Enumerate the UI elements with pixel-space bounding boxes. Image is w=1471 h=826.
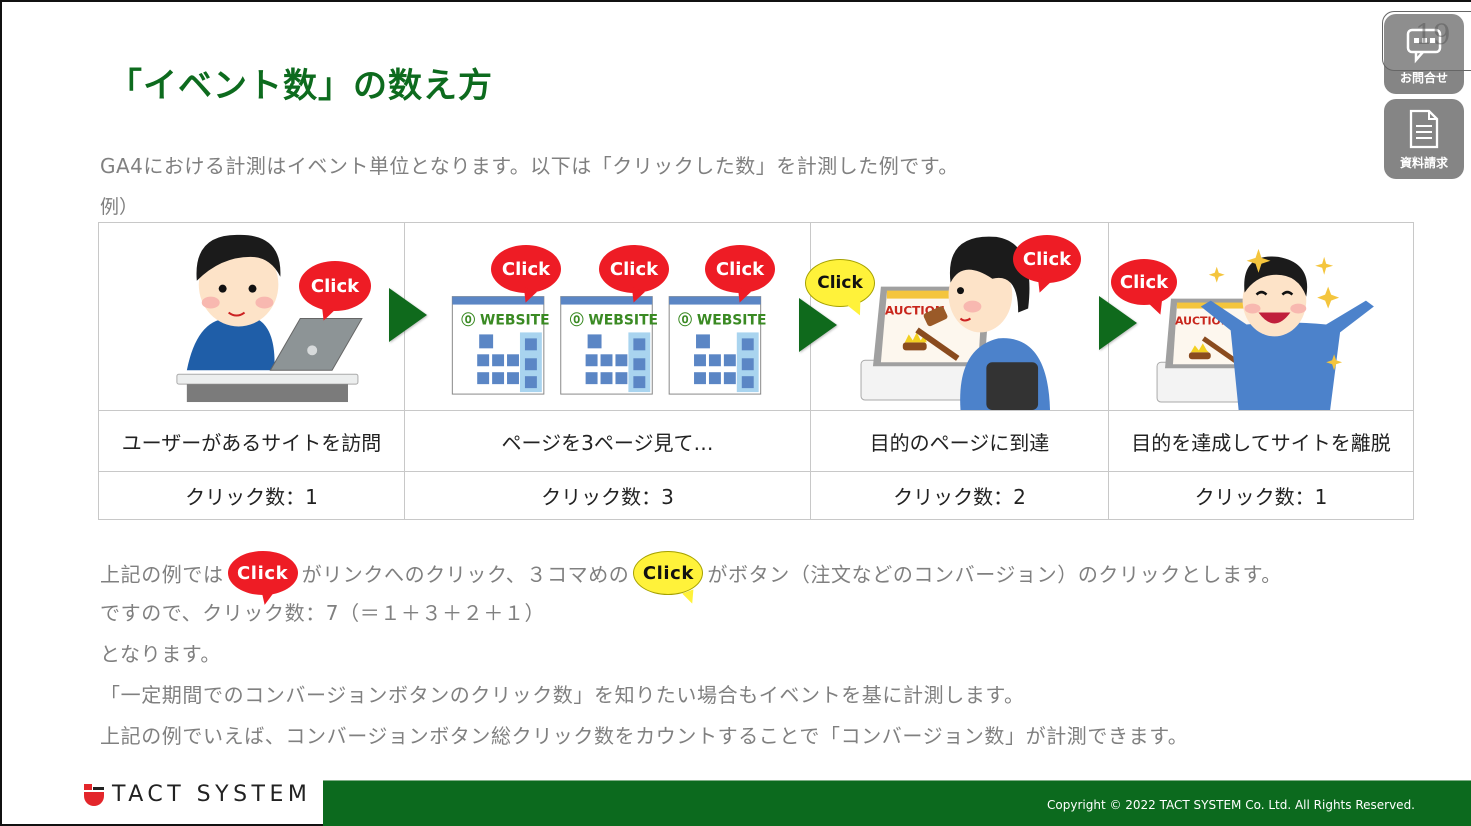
click-bubble-label: Click <box>501 258 551 280</box>
document-icon <box>1409 109 1439 149</box>
chat-bubble-icon <box>1406 28 1442 64</box>
click-bubble-label: Click <box>1119 271 1169 293</box>
explanation-line-5: 上記の例でいえば、コンバージョンボタン総クリック数をカウントすることで「コンバー… <box>100 724 1189 748</box>
explanation-text: 上記の例では <box>100 562 224 587</box>
example-label: 例） <box>100 196 139 218</box>
step-click-count: クリック数：3 <box>404 471 811 520</box>
slide: 「イベント数」の数え方 GA4における計測はイベント単位となります。以下は「クリ… <box>0 0 1471 826</box>
click-bubble-red: Click <box>599 245 669 305</box>
click-bubble-label: Click <box>237 562 289 584</box>
request-documents-label: 資料請求 <box>1399 156 1448 170</box>
click-bubble-red: Click <box>1013 235 1081 295</box>
step-1-illustration-cell: Click <box>98 222 427 411</box>
svg-text:⓪ WEBSITE: ⓪ WEBSITE <box>570 311 658 328</box>
step-description: 目的のページに到達 <box>810 410 1109 472</box>
footer-bar: Copyright © 2022 TACT SYSTEM Co. Ltd. Al… <box>323 780 1471 826</box>
tact-logo-icon <box>84 783 104 806</box>
step-description: ユーザーがあるサイトを訪問 <box>98 410 405 472</box>
contact-button-label: お問合せ <box>1399 71 1448 85</box>
inline-click-bubble-yellow: Click <box>633 551 704 606</box>
click-bubble-label: Click <box>817 273 863 293</box>
click-bubble-label: Click <box>310 275 360 297</box>
page-title: 「イベント数」の数え方 <box>108 66 493 106</box>
click-bubble-label: Click <box>1022 248 1072 270</box>
flow-arrow-icon <box>389 288 427 342</box>
step-click-count: クリック数：2 <box>810 471 1109 520</box>
click-count-row: クリック数：1 クリック数：3 クリック数：2 クリック数：1 <box>98 471 1414 520</box>
step-4-illustration-cell: AUCTION Click <box>1108 222 1414 411</box>
click-bubble-label: Click <box>715 258 765 280</box>
flow-arrow-icon <box>1099 296 1137 350</box>
svg-text:⓪ WEBSITE: ⓪ WEBSITE <box>678 311 766 328</box>
company-logo: TACT SYSTEM <box>84 782 311 807</box>
website-page-3: ⓪ WEBSITE <box>668 296 766 395</box>
explanation-text: がリンクへのクリック、３コマめの <box>301 562 630 587</box>
click-bubble-label: Click <box>642 562 695 584</box>
explanation-line-1: 上記の例では Click がリンクへのクリック、３コマめの Click がボタン（注文な… <box>100 551 1282 607</box>
company-name: TACT SYSTEM <box>112 782 312 807</box>
click-bubble-label: Click <box>609 258 659 280</box>
explanation-line-3: となります。 <box>100 642 221 666</box>
click-bubble-red: Click <box>491 245 561 305</box>
intro-text: GA4における計測はイベント単位となります。以下は「クリックした数」を計測した例… <box>100 154 959 178</box>
step-2-illustration-cell: ⓪ WEBSITE ⓪ WEBSITE ⓪ WEBSITE Click Clic… <box>404 222 837 411</box>
contact-button[interactable]: お問合せ <box>1384 14 1464 94</box>
inline-click-bubble-red: Click <box>227 551 298 607</box>
step-description: ページを3ページ見て… <box>404 410 811 472</box>
explanation-line-2: ですので、クリック数：7（＝１＋３＋２＋１） <box>100 601 546 625</box>
man-at-laptop-illustration <box>176 234 363 403</box>
step-3-illustration-cell: AUCTION Click Click <box>805 222 1137 411</box>
click-bubble-red: Click <box>705 245 775 305</box>
step-click-count: クリック数：1 <box>98 471 405 520</box>
explanation-line-4: 「一定期間でのコンバージョンボタンのクリック数」を知りたい場合もイベントを基に計… <box>100 683 1025 707</box>
explanation-text: がボタン（注文などのコンバージョン）のクリックとします。 <box>707 562 1282 587</box>
website-page-1: ⓪ WEBSITE <box>451 296 550 395</box>
svg-text:⓪ WEBSITE: ⓪ WEBSITE <box>461 311 549 328</box>
step-description: 目的を達成してサイトを離脱 <box>1108 410 1414 472</box>
request-documents-button[interactable]: 資料請求 <box>1384 99 1464 179</box>
description-row: ユーザーがあるサイトを訪問 ページを3ページ見て… 目的のページに到達 目的を達… <box>98 410 1414 472</box>
step-click-count: クリック数：1 <box>1108 471 1414 520</box>
click-bubble-red: Click <box>299 261 371 323</box>
click-flow-table: Click ⓪ WEBSITE ⓪ WEBSITE ⓪ WEBSITE Clic… <box>98 222 1414 520</box>
website-page-2: ⓪ WEBSITE <box>560 296 658 395</box>
click-bubble-red: Click <box>1111 259 1177 317</box>
click-bubble-yellow: Click <box>805 259 875 319</box>
illustration-row: Click ⓪ WEBSITE ⓪ WEBSITE ⓪ WEBSITE Clic… <box>98 222 1414 411</box>
copyright-text: Copyright © 2022 TACT SYSTEM Co. Ltd. Al… <box>1047 798 1415 812</box>
